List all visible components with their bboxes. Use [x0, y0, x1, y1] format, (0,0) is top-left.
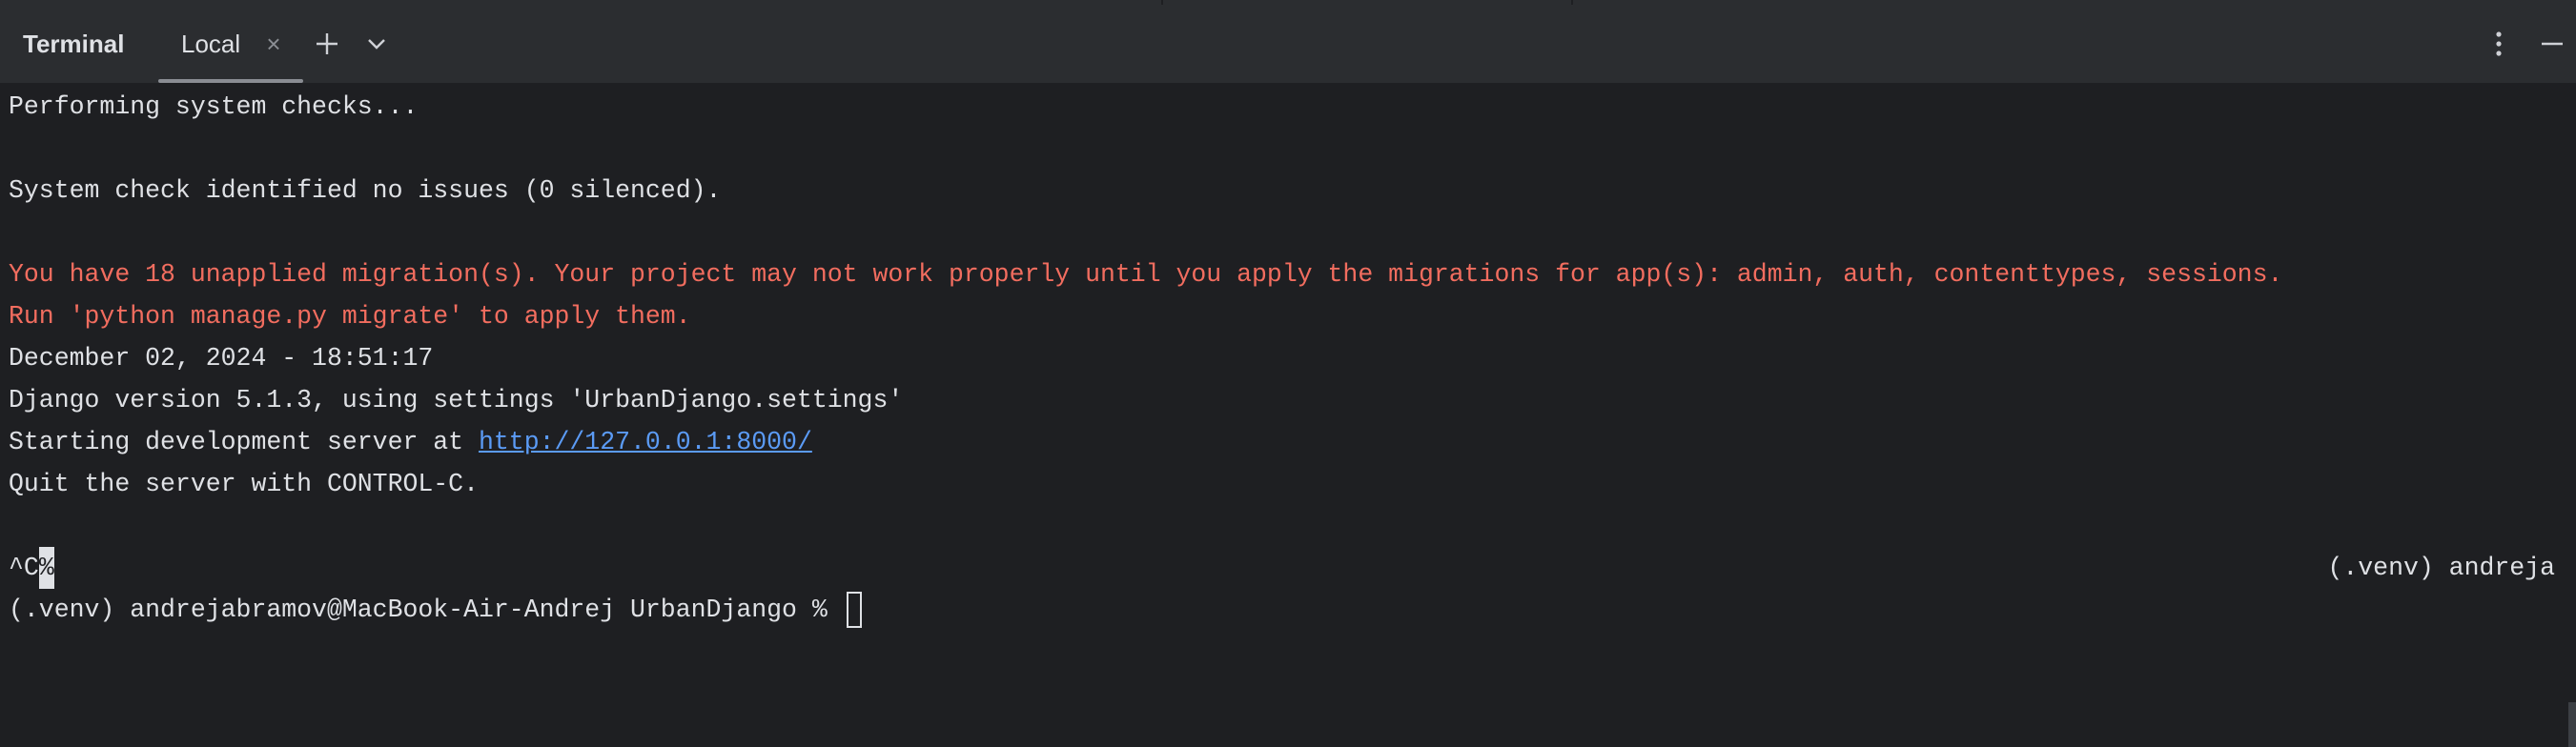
terminal-output[interactable]: Performing system checks... System check… — [0, 83, 2576, 747]
close-icon[interactable]: × — [261, 30, 286, 58]
right-prompt: (.venv) andreja — [2327, 554, 2555, 582]
server-start-text: Starting development server at — [9, 428, 479, 456]
terminal-line: System check identified no issues (0 sil… — [9, 176, 722, 205]
tab-label: Local — [181, 30, 241, 58]
tool-window-title: Terminal — [23, 30, 125, 58]
minimize-icon[interactable] — [2534, 26, 2570, 62]
migration-hint-line: Run 'python manage.py migrate' to apply … — [9, 302, 691, 331]
timestamp-line: December 02, 2024 - 18:51:17 — [9, 344, 434, 373]
terminal-line: Django version 5.1.3, using settings 'Ur… — [9, 386, 904, 414]
scrollbar-thumb[interactable] — [2568, 702, 2576, 747]
server-url-link[interactable]: http://127.0.0.1:8000/ — [479, 428, 812, 456]
plus-icon[interactable] — [309, 26, 345, 62]
server-start-line: Starting development server at http://12… — [9, 421, 812, 463]
interrupt-line: ^C% — [9, 547, 54, 589]
terminal-toolbar: Terminal Local × — [0, 5, 2576, 83]
terminal-line: Performing system checks... — [9, 92, 419, 121]
partial-line-marker: % — [38, 547, 54, 589]
interrupt-text: ^C — [9, 554, 39, 582]
text-cursor — [846, 592, 862, 628]
chevron-down-icon[interactable] — [358, 26, 395, 62]
shell-prompt: (.venv) andrejabramov@MacBook-Air-Andrej… — [9, 596, 843, 624]
migration-warning-line: You have 18 unapplied migration(s). Your… — [9, 260, 2283, 289]
prompt-line[interactable]: (.venv) andrejabramov@MacBook-Air-Andrej… — [9, 589, 862, 631]
terminal-line: Quit the server with CONTROL-C. — [9, 470, 479, 498]
tab-local[interactable]: Local × — [158, 5, 303, 83]
more-vertical-icon[interactable] — [2481, 26, 2517, 62]
